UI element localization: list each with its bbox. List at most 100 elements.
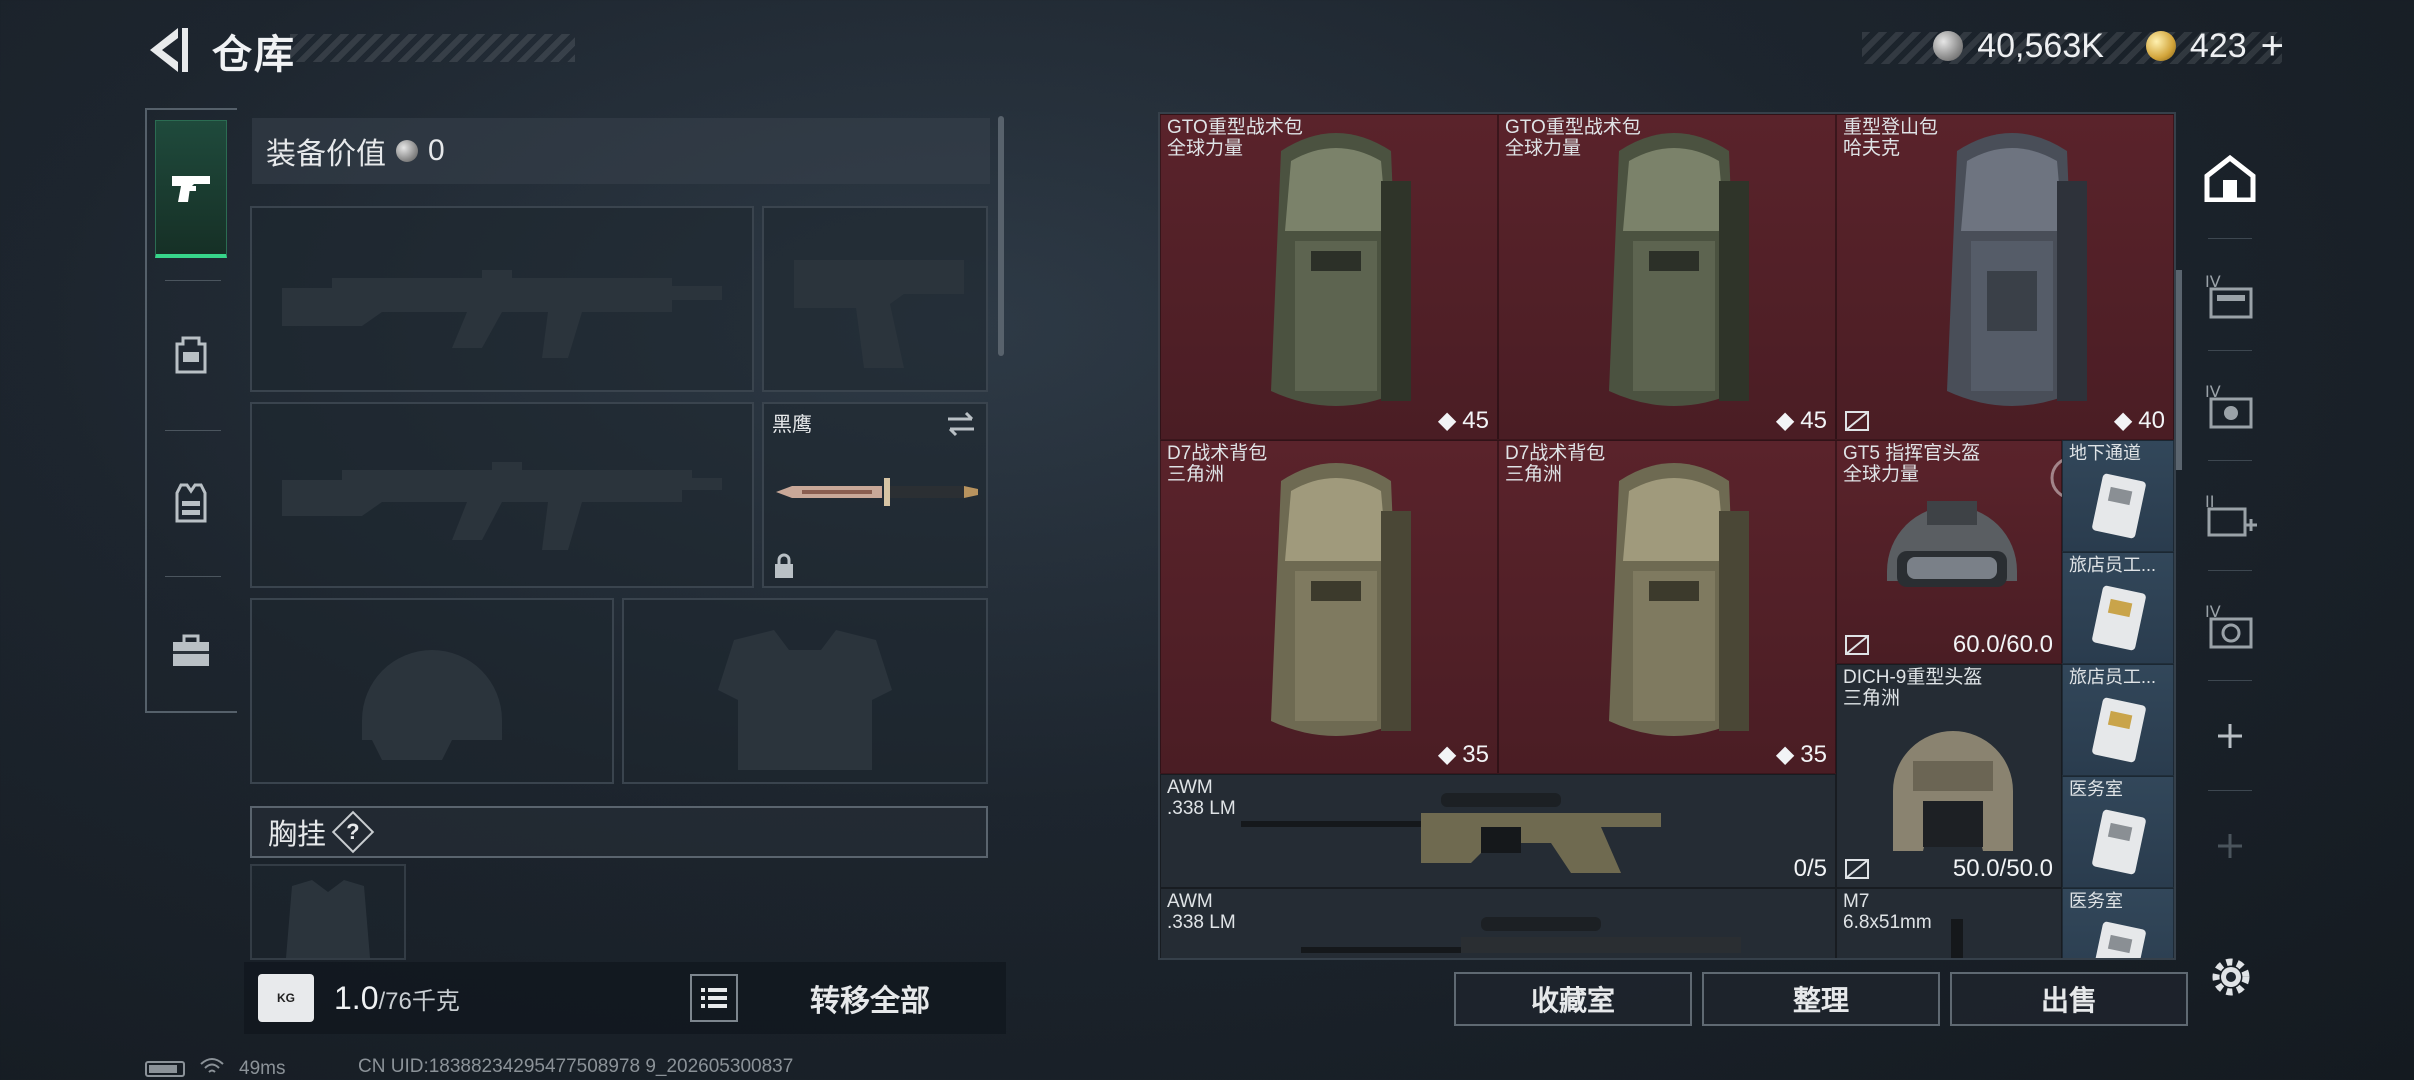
storage-item-keycard[interactable]: 旅店员工...: [2062, 552, 2174, 664]
category-storage-iv-3[interactable]: IV: [2192, 576, 2268, 676]
storage-item-keycard[interactable]: 医务室: [2062, 888, 2174, 958]
chest-rig-slot[interactable]: [250, 864, 406, 960]
silver-coin-icon: [1933, 31, 1964, 61]
title-decor-stripe: [290, 34, 575, 62]
keycard-image-icon: [2092, 921, 2146, 958]
page-title: 仓库: [212, 33, 296, 77]
item-name: 医务室: [2069, 779, 2123, 799]
equipment-scrollbar[interactable]: [998, 116, 1004, 356]
category-storage-iv[interactable]: IV: [2192, 246, 2268, 346]
silver-coin-icon: [396, 140, 418, 162]
helmet-image-icon: [1887, 501, 2017, 587]
list-view-button[interactable]: [690, 974, 738, 1022]
armor-silhouette-icon: [718, 630, 892, 770]
keycard-image-icon: [2092, 473, 2146, 539]
storage-iv-icon: IV: [2205, 272, 2253, 319]
currency-bar: 40,563K 423 +: [1933, 24, 2284, 68]
add-category-button[interactable]: [2192, 686, 2268, 786]
storage-grid: GTO重型战术包 全球力量 ◆ 45 GTO重型战术包 全球力量 ◆ 45 重型登山包哈…: [1158, 112, 2176, 960]
helmet-slot[interactable]: [250, 598, 614, 784]
tab-backpack[interactable]: [155, 286, 227, 424]
device-status-bar: 49ms: [145, 1056, 285, 1080]
settings-gear-icon[interactable]: [2206, 952, 2256, 1002]
backpack-image-icon: [1947, 133, 2087, 406]
list-icon: [701, 988, 727, 1008]
add-currency-button[interactable]: +: [2261, 24, 2284, 69]
capacity-icon: ◆: [2113, 407, 2133, 434]
storage-item-ammo[interactable]: M7 6.8x51mm: [1836, 888, 2062, 958]
storage-item-keycard[interactable]: 医务室: [2062, 776, 2174, 888]
primary-weapon-slot-2[interactable]: [250, 402, 754, 588]
weight-readout: 1.0/76千克: [334, 980, 460, 1017]
currency-gold-amount: 423: [2189, 26, 2247, 65]
knife-name: 黑鹰: [772, 414, 812, 436]
storage-item-backpack[interactable]: GTO重型战术包 全球力量 ◆ 45: [1498, 114, 1836, 440]
rifle-silhouette-icon: [282, 270, 722, 358]
storage-item-backpack[interactable]: D7战术背包 三角洲 ◆ 35: [1498, 440, 1836, 774]
wifi-icon: [199, 1056, 225, 1080]
ammo-image-icon: [1951, 919, 1963, 958]
storage-item-keycard[interactable]: 地下通道: [2062, 440, 2174, 552]
storage-item-keycard[interactable]: 旅店员工...: [2062, 664, 2174, 776]
chest-rig-label: 胸挂: [268, 819, 327, 851]
storage-item-backpack[interactable]: D7战术背包 三角洲 ◆ 35: [1160, 440, 1498, 774]
item-name: 重型登山包 哈夫克: [1843, 117, 1939, 159]
equipment-value: 0: [428, 134, 445, 167]
category-all[interactable]: [2192, 128, 2268, 228]
keycard-image-icon: [2092, 809, 2146, 875]
keycard-image-icon: [2092, 585, 2146, 651]
help-icon[interactable]: ?: [331, 810, 375, 854]
equipment-tab-rail: [145, 108, 237, 713]
sell-button[interactable]: 出售: [1950, 972, 2188, 1026]
item-capacity: ◆ 40: [2113, 406, 2165, 435]
storage-item-backpack[interactable]: GTO重型战术包 全球力量 ◆ 45: [1160, 114, 1498, 440]
melee-slot[interactable]: 黑鹰: [762, 402, 988, 588]
swap-icon[interactable]: [944, 410, 978, 438]
battery-icon: [145, 1061, 185, 1077]
item-name: 地下通道: [2069, 443, 2141, 463]
storage-item-helmet[interactable]: DICH-9重型头盔 三角洲 50.0/50.0: [1836, 664, 2062, 888]
item-name: 旅店员工...: [2069, 667, 2157, 687]
backpack-icon: [175, 336, 207, 374]
equipment-value-label: 装备价值: [266, 138, 386, 171]
ping-readout: 49ms: [239, 1058, 286, 1079]
organize-button[interactable]: 整理: [1702, 972, 1940, 1026]
storage-item-helmet[interactable]: GT5 指挥官头盔 全球力量 60.0/60.0: [1836, 440, 2062, 664]
currency-silver-amount: 40,563K: [1977, 26, 2104, 65]
pistol-slot[interactable]: [762, 206, 988, 392]
tab-vest[interactable]: [155, 434, 227, 572]
storage-iv-2-icon: IV: [2205, 382, 2253, 429]
capacity-icon: ◆: [1775, 741, 1795, 768]
storage-item-rifle[interactable]: AWM .338 LM: [1160, 888, 1836, 958]
weight-max: /76千克: [378, 988, 460, 1015]
briefcase-icon: [173, 634, 209, 666]
capacity-icon: ◆: [1775, 407, 1795, 434]
item-capacity: ◆ 45: [1437, 406, 1489, 435]
primary-weapon-slot-1[interactable]: [250, 206, 754, 392]
weight-icon: KG: [258, 974, 314, 1022]
no-insure-icon: [1845, 859, 1869, 879]
storage-scrollbar[interactable]: [2176, 270, 2182, 470]
rifle-image-icon: [1301, 917, 1741, 953]
tab-weapons[interactable]: [155, 120, 227, 258]
backpack-image-icon: [1609, 463, 1749, 736]
category-medical[interactable]: II: [2192, 466, 2268, 566]
lock-icon: [775, 553, 793, 578]
armor-slot[interactable]: [622, 598, 988, 784]
item-capacity: ◆ 45: [1775, 406, 1827, 435]
back-arrow-icon[interactable]: [142, 24, 190, 76]
tab-case[interactable]: [155, 582, 227, 720]
category-storage-iv-2[interactable]: IV: [2192, 356, 2268, 456]
equipment-value-bar: 装备价值 0: [252, 118, 990, 184]
item-name: 医务室: [2069, 891, 2123, 911]
collection-room-button[interactable]: 收藏室: [1454, 972, 1692, 1026]
item-durability: 60.0/60.0: [1952, 631, 2053, 658]
home-icon: [2204, 154, 2256, 202]
user-uid: CN UID:18388234295477508978 9_2026053008…: [358, 1056, 794, 1077]
item-durability: 50.0/50.0: [1952, 855, 2053, 882]
transfer-all-button[interactable]: 转移全部: [760, 970, 980, 1026]
storage-item-rifle[interactable]: AWM .338 LM 0/5: [1160, 774, 1836, 888]
storage-item-backpack[interactable]: 重型登山包 哈夫克 ◆ 40: [1836, 114, 2174, 440]
helmet-silhouette-icon: [362, 650, 502, 760]
no-insure-icon: [1845, 635, 1869, 655]
